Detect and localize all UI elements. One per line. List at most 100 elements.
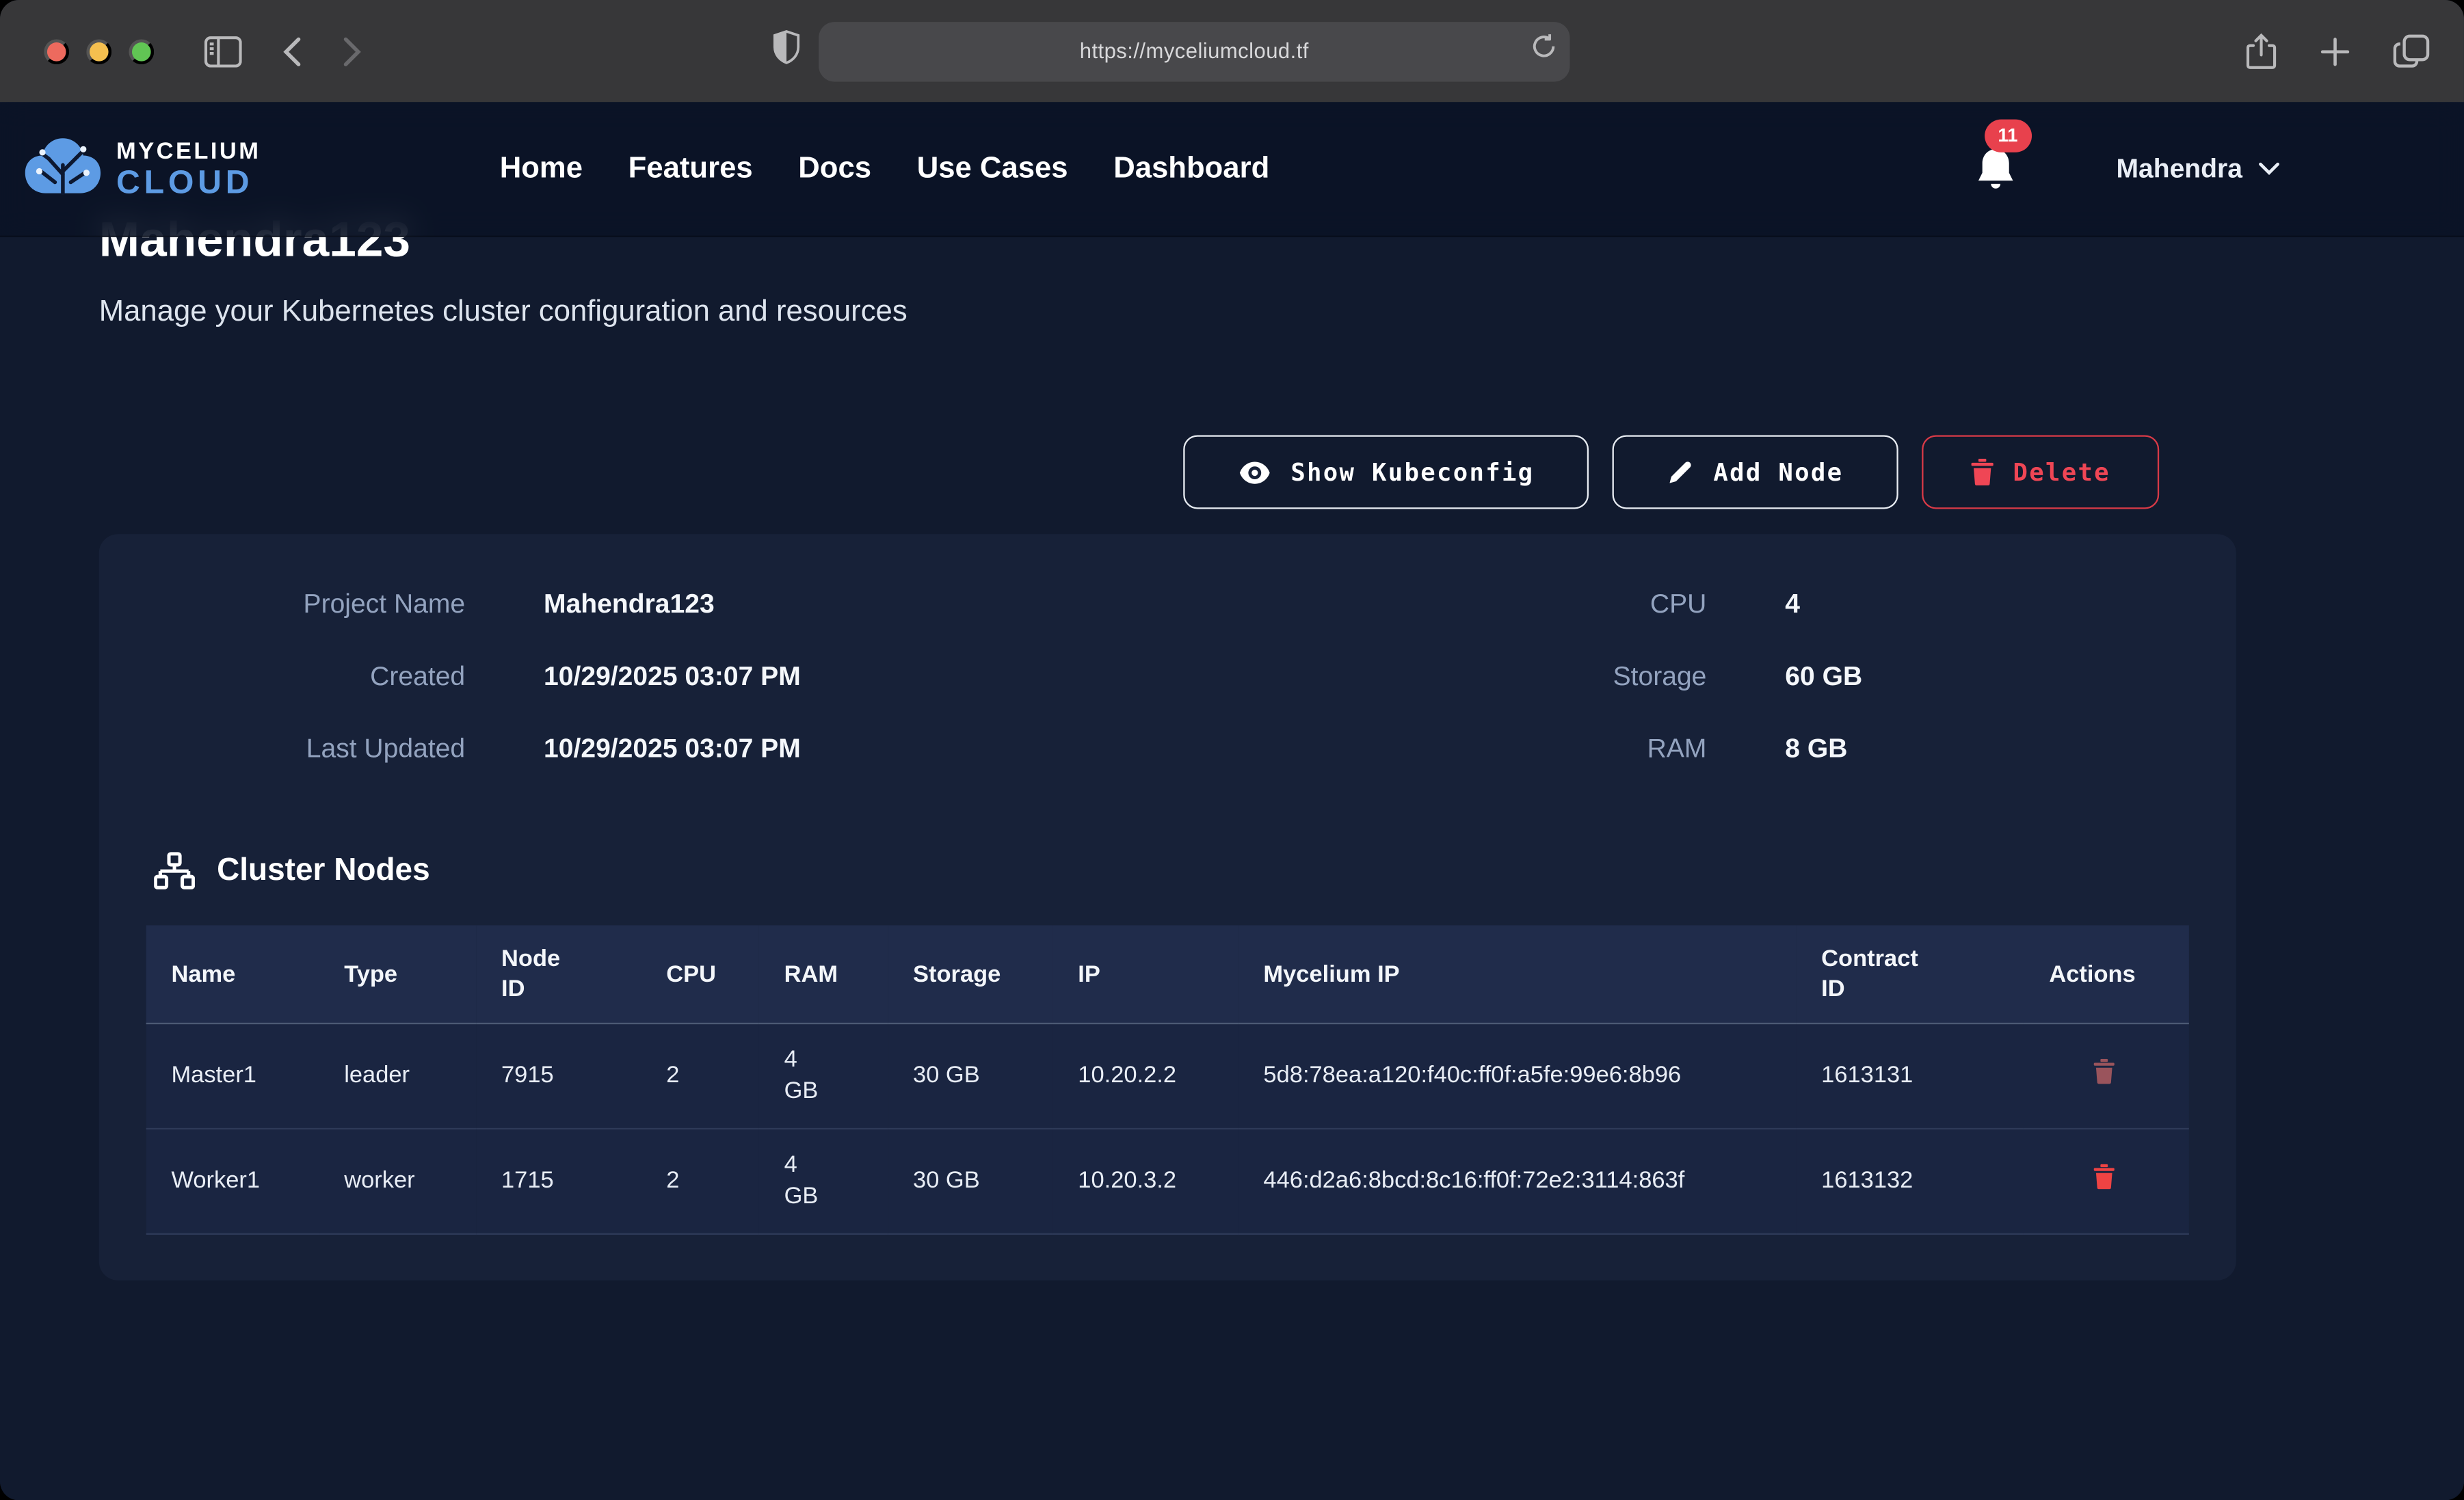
cell-actions (2024, 1023, 2189, 1129)
col-header-contract-id: Contract ID (1796, 925, 2024, 1023)
minimize-window-button[interactable] (86, 38, 111, 64)
new-tab-button[interactable] (2320, 32, 2351, 70)
browser-chrome: https://myceliumcloud.tf (0, 0, 2464, 102)
close-window-button[interactable] (44, 38, 69, 64)
plus-icon (2320, 36, 2351, 67)
back-button[interactable] (283, 36, 302, 67)
nav-link-use-cases[interactable]: Use Cases (917, 152, 1068, 187)
eye-icon (1238, 459, 1271, 485)
col-header-node-id: Node ID (476, 925, 641, 1023)
pencil-icon (1668, 459, 1695, 485)
table-header-row: Name Type Node ID CPU RAM Storage IP Myc… (146, 925, 2189, 1023)
delete-cluster-button[interactable]: Delete (1922, 435, 2159, 509)
col-header-storage: Storage (888, 925, 1052, 1023)
brand-line2: CLOUD (116, 165, 261, 198)
col-header-type: Type (319, 925, 476, 1023)
brand-line1: MYCELIUM (116, 139, 261, 162)
tabs-icon (2394, 34, 2430, 68)
delete-node-button[interactable] (2093, 1164, 2115, 1194)
window-controls (44, 38, 154, 64)
brand[interactable]: MYCELIUM CLOUD (22, 133, 493, 205)
site-navbar: MYCELIUM CLOUD Home Features Docs Use Ca… (0, 102, 2464, 237)
back-chevron-icon (283, 36, 302, 67)
col-header-actions: Actions (2024, 925, 2189, 1023)
cell-ip: 10.20.3.2 (1053, 1129, 1238, 1234)
ram-value: 8 GB (1785, 726, 2303, 773)
table-row: Master1 leader 7915 2 4 GB 30 GB 10.20.2… (146, 1023, 2189, 1129)
cell-node-id: 7915 (476, 1023, 641, 1129)
trash-icon (2093, 1059, 2115, 1084)
user-menu[interactable]: Mahendra (2107, 152, 2290, 187)
share-icon (2246, 32, 2277, 70)
nav-links: Home Features Docs Use Cases Dashboard (500, 152, 1270, 187)
nav-link-home[interactable]: Home (500, 152, 583, 187)
storage-value: 60 GB (1785, 654, 2303, 701)
nav-link-features[interactable]: Features (628, 152, 753, 187)
col-header-cpu: CPU (641, 925, 759, 1023)
cell-ram: 4 GB (759, 1129, 888, 1234)
notifications-button[interactable]: 11 (1975, 146, 2016, 193)
col-header-mycelium-ip: Mycelium IP (1238, 925, 1797, 1023)
zoom-window-button[interactable] (129, 38, 154, 64)
user-name: Mahendra (2116, 153, 2242, 185)
last-updated-value: 10/29/2025 03:07 PM (544, 726, 1046, 773)
show-kubeconfig-button[interactable]: Show Kubeconfig (1184, 435, 1589, 509)
storage-label: Storage (1125, 654, 1706, 701)
add-node-button[interactable]: Add Node (1613, 435, 1898, 509)
privacy-shield-icon (773, 30, 800, 65)
cell-type: leader (319, 1023, 476, 1129)
col-header-name: Name (146, 925, 319, 1023)
tab-overview-button[interactable] (2394, 32, 2430, 70)
cell-ram: 4 GB (759, 1023, 888, 1129)
sidebar-toggle-button[interactable] (204, 36, 242, 67)
cell-contract-id: 1613131 (1796, 1023, 2024, 1129)
nav-link-docs[interactable]: Docs (798, 152, 871, 187)
cell-ip: 10.20.2.2 (1053, 1023, 1238, 1129)
forward-button[interactable] (343, 36, 362, 67)
cell-mycelium-ip: 446:d2a6:8bcd:8c16:ff0f:72e2:3114:863f (1238, 1129, 1797, 1234)
cell-cpu: 2 (641, 1129, 759, 1234)
trash-icon (2093, 1164, 2115, 1190)
notification-badge: 11 (1984, 118, 2031, 151)
page: Mahendra123 Manage your Kubernetes clust… (0, 102, 2464, 1500)
created-value: 10/29/2025 03:07 PM (544, 654, 1046, 701)
cell-node-id: 1715 (476, 1129, 641, 1234)
ram-label: RAM (1125, 726, 1706, 773)
cluster-nodes-title: Cluster Nodes (217, 853, 430, 889)
cell-storage: 30 GB (888, 1023, 1052, 1129)
cluster-nodes-table: Name Type Node ID CPU RAM Storage IP Myc… (146, 925, 2189, 1235)
cpu-label: CPU (1125, 581, 1706, 628)
cluster-actions: Show Kubeconfig Add Node Delete (99, 435, 2240, 509)
cluster-details-card: Project Name Mahendra123 CPU 4 Created 1… (99, 534, 2236, 1280)
show-kubeconfig-label: Show Kubeconfig (1290, 458, 1534, 486)
forward-chevron-icon (343, 36, 362, 67)
cell-mycelium-ip: 5d8:78ea:a120:f40c:ff0f:a5fe:99e6:8b96 (1238, 1023, 1797, 1129)
cpu-value: 4 (1785, 581, 2303, 628)
trash-icon (1970, 459, 1993, 485)
cell-name: Worker1 (146, 1129, 319, 1234)
col-header-ip: IP (1053, 925, 1238, 1023)
cell-actions (2024, 1129, 2189, 1234)
table-row: Worker1 worker 1715 2 4 GB 30 GB 10.20.3… (146, 1129, 2189, 1234)
cell-contract-id: 1613132 (1796, 1129, 2024, 1234)
sidebar-icon (204, 36, 242, 67)
cluster-details: Project Name Mahendra123 CPU 4 Created 1… (174, 581, 2189, 773)
main-content: Mahendra123 Manage your Kubernetes clust… (0, 102, 2464, 1500)
cluster-nodes-icon (154, 851, 195, 890)
reload-button[interactable] (1531, 32, 1557, 59)
delete-node-button[interactable] (2093, 1059, 2115, 1089)
reload-icon (1531, 32, 1557, 59)
last-updated-label: Last Updated (174, 726, 465, 773)
cell-name: Master1 (146, 1023, 319, 1129)
page-subtitle: Manage your Kubernetes cluster configura… (99, 295, 2240, 330)
delete-label: Delete (2013, 458, 2110, 486)
share-button[interactable] (2246, 32, 2277, 70)
url-text[interactable]: https://myceliumcloud.tf (819, 39, 1569, 62)
browser-window: https://myceliumcloud.tf (0, 0, 2464, 1500)
created-label: Created (174, 654, 465, 701)
mycelium-logo-icon (22, 133, 103, 205)
bell-icon (1975, 146, 2016, 193)
nav-link-dashboard[interactable]: Dashboard (1113, 152, 1269, 187)
chevron-down-icon (2258, 162, 2280, 176)
address-bar[interactable]: https://myceliumcloud.tf (819, 21, 1569, 81)
